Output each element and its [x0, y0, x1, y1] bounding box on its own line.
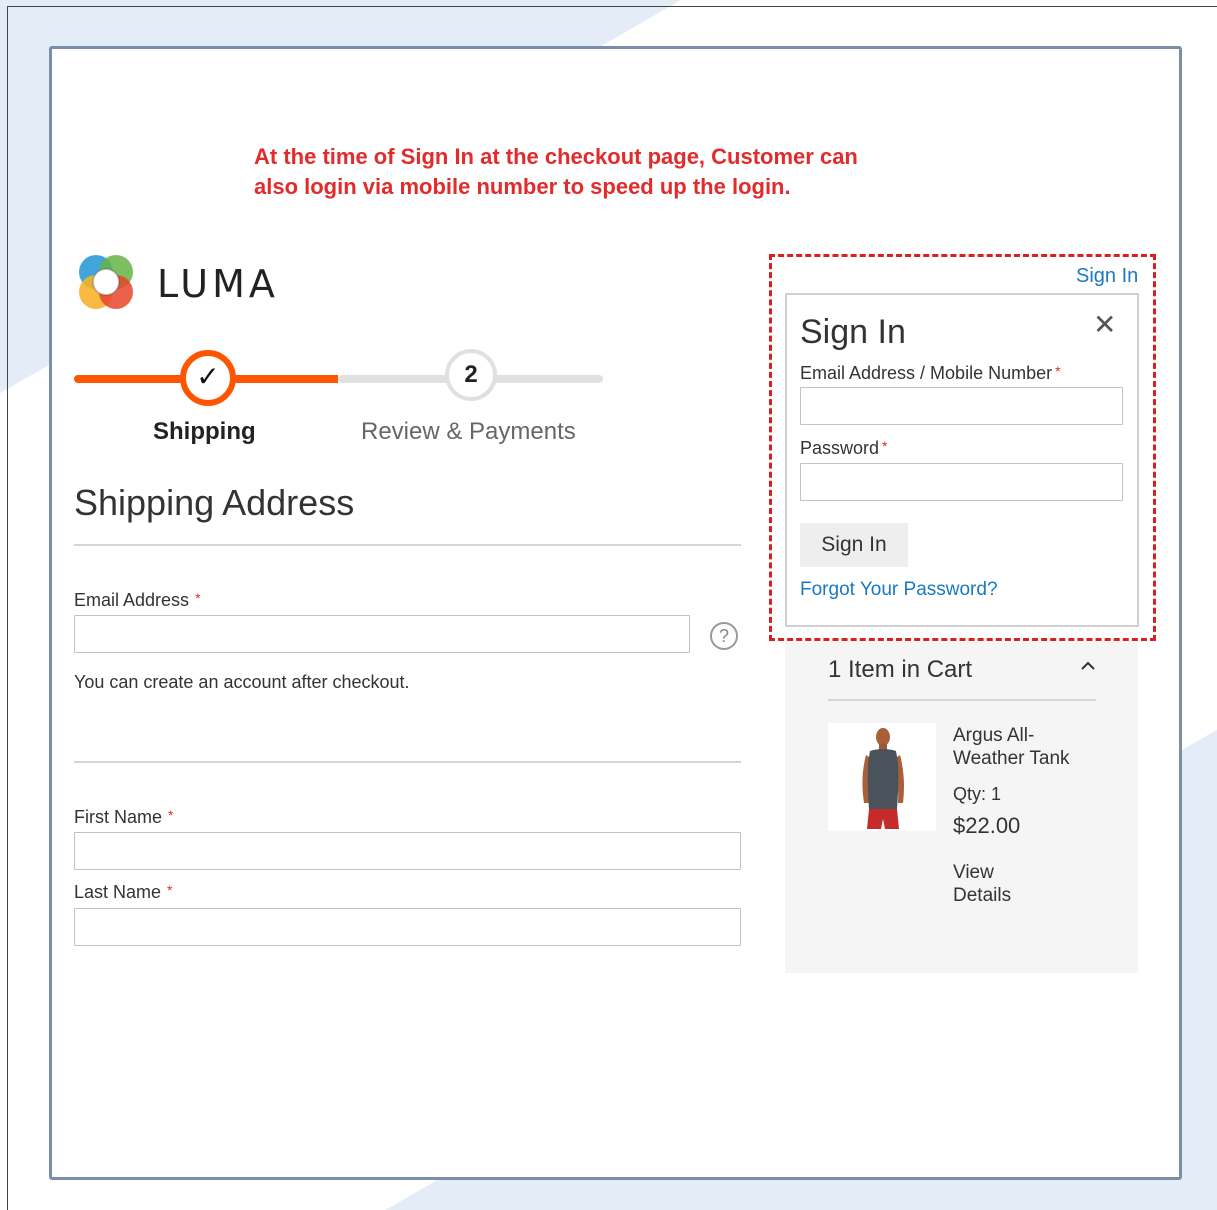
close-icon[interactable]: ✕ — [1093, 311, 1116, 339]
step-review-indicator[interactable]: 2 — [445, 349, 497, 401]
account-note: You can create an account after checkout… — [74, 672, 410, 692]
email-label: Email Address * — [74, 590, 201, 610]
sign-in-link[interactable]: Sign In — [1076, 265, 1138, 288]
checkmark-icon: ✓ — [196, 361, 220, 392]
first-name-input[interactable] — [74, 832, 741, 870]
shipping-address-title: Shipping Address — [74, 482, 355, 523]
divider — [74, 544, 741, 546]
divider — [828, 699, 1096, 701]
product-price: $22.00 — [953, 813, 1021, 838]
view-details-toggle[interactable]: View Details — [953, 861, 1033, 907]
last-name-label: Last Name * — [74, 882, 173, 902]
divider — [74, 761, 741, 763]
outer-border-left — [7, 6, 8, 1210]
chevron-up-icon[interactable] — [1078, 656, 1098, 682]
step-shipping-indicator[interactable]: ✓ — [180, 350, 236, 406]
cart-title[interactable]: 1 Item in Cart — [828, 656, 972, 684]
email-input[interactable] — [74, 615, 690, 653]
annotation-line-1: At the time of Sign In at the checkout p… — [254, 144, 858, 169]
signin-password-input[interactable] — [800, 463, 1123, 501]
feature-annotation: At the time of Sign In at the checkout p… — [254, 142, 1014, 202]
first-name-label: First Name * — [74, 807, 174, 827]
annotation-line-2: also login via mobile number to speed up… — [254, 174, 791, 199]
step-label-shipping[interactable]: Shipping — [153, 418, 256, 446]
sign-in-button[interactable]: Sign In — [800, 523, 908, 567]
product-qty: Qty: 1 — [953, 784, 1002, 804]
luma-logo-icon[interactable] — [74, 250, 138, 314]
signin-email-label: Email Address / Mobile Number * — [800, 363, 1061, 383]
last-name-input[interactable] — [74, 908, 741, 946]
product-image[interactable] — [828, 723, 936, 831]
product-name[interactable]: Argus All-Weather Tank — [953, 724, 1103, 770]
luma-logo-text[interactable]: LUMA — [157, 262, 279, 306]
help-icon[interactable]: ? — [710, 622, 738, 650]
outer-border-top — [7, 6, 1217, 7]
step-label-review-payments[interactable]: Review & Payments — [361, 418, 576, 446]
forgot-password-link[interactable]: Forgot Your Password? — [800, 579, 998, 601]
sign-in-title: Sign In — [800, 313, 906, 351]
signin-password-label: Password * — [800, 438, 888, 458]
step-number: 2 — [464, 361, 478, 388]
signin-email-input[interactable] — [800, 387, 1123, 425]
